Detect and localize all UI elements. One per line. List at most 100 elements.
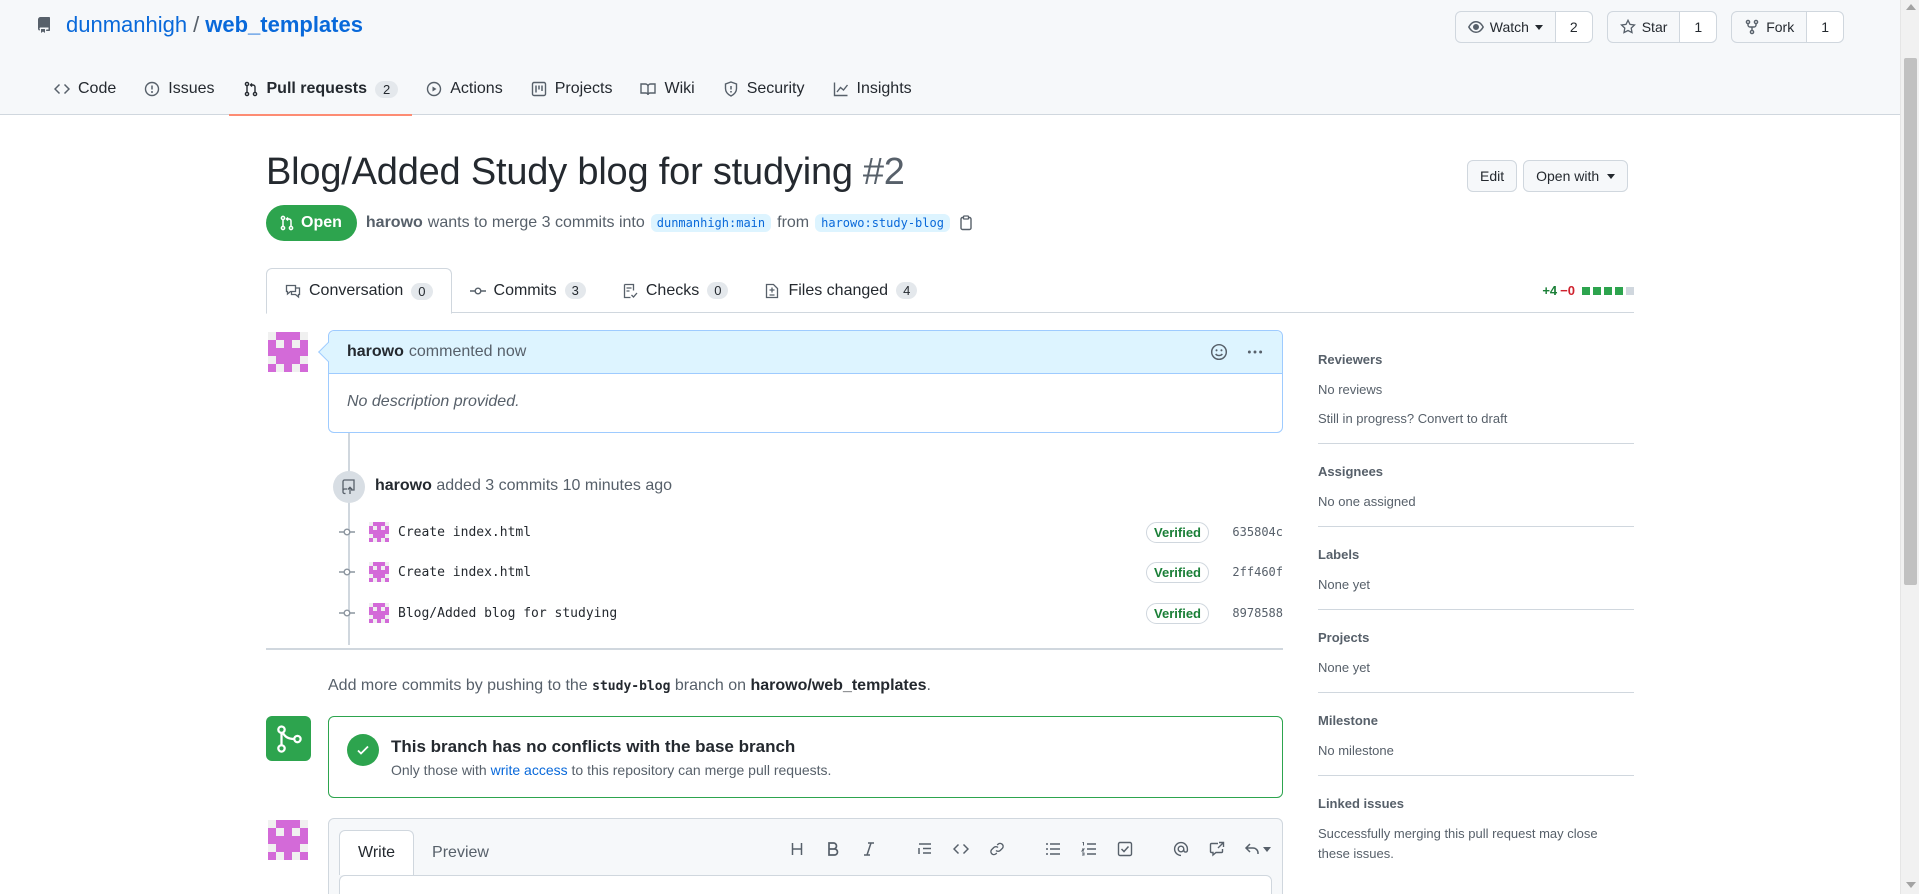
scroll-down-icon[interactable] xyxy=(1906,882,1916,888)
list-item: Create index.html Verified 2ff460f xyxy=(339,560,1283,584)
tab-insights-label: Insights xyxy=(856,80,912,97)
reviewers-heading[interactable]: Reviewers xyxy=(1318,352,1634,367)
task-list-icon[interactable] xyxy=(1113,837,1137,861)
milestone-heading[interactable]: Milestone xyxy=(1318,713,1634,728)
verified-badge[interactable]: Verified xyxy=(1146,521,1209,543)
scrollbar-thumb[interactable] xyxy=(1904,58,1917,585)
repo-header: dunmanhigh / web_templates Watch 2 Star … xyxy=(0,0,1900,116)
commit-event-author[interactable]: harowo xyxy=(375,477,432,494)
avatar[interactable] xyxy=(369,522,389,542)
sidebar-reviewers: Reviewers No reviews Still in progress? … xyxy=(1318,345,1634,444)
scroll-up-icon[interactable] xyxy=(1906,4,1916,10)
fork-button[interactable]: Fork xyxy=(1732,12,1808,42)
avatar[interactable] xyxy=(369,562,389,582)
avatar[interactable] xyxy=(268,820,308,860)
open-with-button[interactable]: Open with xyxy=(1523,160,1629,192)
checklist-icon xyxy=(623,283,638,298)
tab-actions[interactable]: Actions xyxy=(412,63,516,115)
tab-pull-requests[interactable]: Pull requests 2 xyxy=(228,63,413,116)
link-icon[interactable] xyxy=(985,837,1009,861)
star-count[interactable]: 1 xyxy=(1680,12,1717,42)
write-tab[interactable]: Write xyxy=(339,830,415,875)
ordered-list-icon[interactable] xyxy=(1077,837,1101,861)
repo-owner-link[interactable]: dunmanhigh xyxy=(66,12,187,38)
comment-header: harowo commented now xyxy=(329,331,1282,374)
merge-sub-prefix: Only those with xyxy=(391,762,487,778)
verified-badge[interactable]: Verified xyxy=(1146,561,1209,583)
head-branch-tag[interactable]: harowo:study-blog xyxy=(815,214,950,232)
diffstat-additions: +4 xyxy=(1542,283,1558,298)
repo-nav: Code Issues Pull requests 2 Actions Proj… xyxy=(40,63,926,116)
merge-text: wants to merge 3 commits into xyxy=(427,214,645,231)
commit-message-link[interactable]: Blog/Added blog for studying xyxy=(398,606,617,621)
heading-icon[interactable] xyxy=(785,837,809,861)
commit-sha-link[interactable]: 635804c xyxy=(1231,525,1283,539)
preview-tab[interactable]: Preview xyxy=(414,830,507,875)
commit-sha-link[interactable]: 8978588 xyxy=(1231,606,1283,620)
fork-icon xyxy=(1745,19,1759,35)
italic-icon[interactable] xyxy=(857,837,881,861)
tab-security[interactable]: Security xyxy=(709,63,819,115)
mention-icon[interactable] xyxy=(1169,837,1193,861)
fork-count[interactable]: 1 xyxy=(1807,12,1843,42)
commit-message-link[interactable]: Create index.html xyxy=(398,565,531,580)
avatar[interactable] xyxy=(369,603,389,623)
edit-button[interactable]: Edit xyxy=(1467,160,1518,192)
cross-reference-icon[interactable] xyxy=(1205,837,1229,861)
issue-icon xyxy=(145,81,160,97)
play-icon xyxy=(427,81,442,97)
comment-timestamp[interactable]: commented now xyxy=(409,343,526,361)
reply-icon[interactable] xyxy=(1241,837,1273,861)
code-icon[interactable] xyxy=(949,837,973,861)
pr-author-link[interactable]: harowo xyxy=(366,214,423,232)
tab-checks[interactable]: Checks 0 xyxy=(604,268,747,313)
tab-issues[interactable]: Issues xyxy=(130,63,228,115)
merge-title: This branch has no conflicts with the ba… xyxy=(391,737,796,756)
bold-icon[interactable] xyxy=(821,837,845,861)
comment-textarea[interactable] xyxy=(339,875,1272,894)
avatar[interactable] xyxy=(268,332,308,372)
tab-issues-label: Issues xyxy=(168,80,215,97)
comment-author-link[interactable]: harowo xyxy=(347,343,404,361)
write-access-link[interactable]: write access xyxy=(491,762,568,778)
convert-to-draft-text[interactable]: Still in progress? Convert to draft xyxy=(1318,409,1634,429)
watch-count[interactable]: 2 xyxy=(1555,12,1592,42)
repo-actions: Watch 2 Star 1 Fork 1 xyxy=(1454,11,1844,43)
verified-badge[interactable]: Verified xyxy=(1146,602,1209,624)
push-hint-repo: harowo/web_templates xyxy=(750,677,927,694)
repo-name-link[interactable]: web_templates xyxy=(205,12,363,38)
assignees-heading[interactable]: Assignees xyxy=(1318,464,1634,479)
watch-button[interactable]: Watch xyxy=(1456,12,1556,42)
unordered-list-icon[interactable] xyxy=(1041,837,1065,861)
tab-insights[interactable]: Insights xyxy=(819,63,926,115)
scrollbar[interactable] xyxy=(1900,0,1919,894)
copy-icon[interactable] xyxy=(958,215,974,231)
star-button[interactable]: Star xyxy=(1608,12,1681,42)
diffstat-deletions: −0 xyxy=(1560,283,1575,298)
commit-message-link[interactable]: Create index.html xyxy=(398,525,531,540)
commit-sha-link[interactable]: 2ff460f xyxy=(1231,565,1283,579)
tab-wiki[interactable]: Wiki xyxy=(626,63,708,115)
projects-heading[interactable]: Projects xyxy=(1318,630,1634,645)
sidebar-milestone: Milestone No milestone xyxy=(1318,693,1634,776)
projects-value: None yet xyxy=(1318,660,1371,675)
kebab-horizontal-icon[interactable] xyxy=(1246,343,1264,361)
labels-heading[interactable]: Labels xyxy=(1318,547,1634,562)
tab-commits[interactable]: Commits 3 xyxy=(452,268,604,313)
linked-issues-heading[interactable]: Linked issues xyxy=(1318,796,1634,811)
tab-files-changed[interactable]: Files changed 4 xyxy=(746,268,935,313)
quote-icon[interactable] xyxy=(913,837,937,861)
milestone-value: No milestone xyxy=(1318,743,1394,758)
diffstat: +4 −0 xyxy=(1542,283,1634,298)
tab-conversation[interactable]: Conversation 0 xyxy=(266,268,452,314)
tab-projects[interactable]: Projects xyxy=(517,63,627,115)
pr-number: #2 xyxy=(862,151,905,193)
diffstat-block xyxy=(1582,286,1590,295)
watch-button-group: Watch 2 xyxy=(1454,11,1593,43)
conversation-count: 0 xyxy=(411,282,433,300)
watch-label: Watch xyxy=(1489,19,1529,35)
tab-code[interactable]: Code xyxy=(40,63,130,115)
file-diff-icon xyxy=(766,283,779,298)
base-branch-tag[interactable]: dunmanhigh:main xyxy=(650,214,772,232)
smiley-icon[interactable] xyxy=(1210,343,1228,361)
